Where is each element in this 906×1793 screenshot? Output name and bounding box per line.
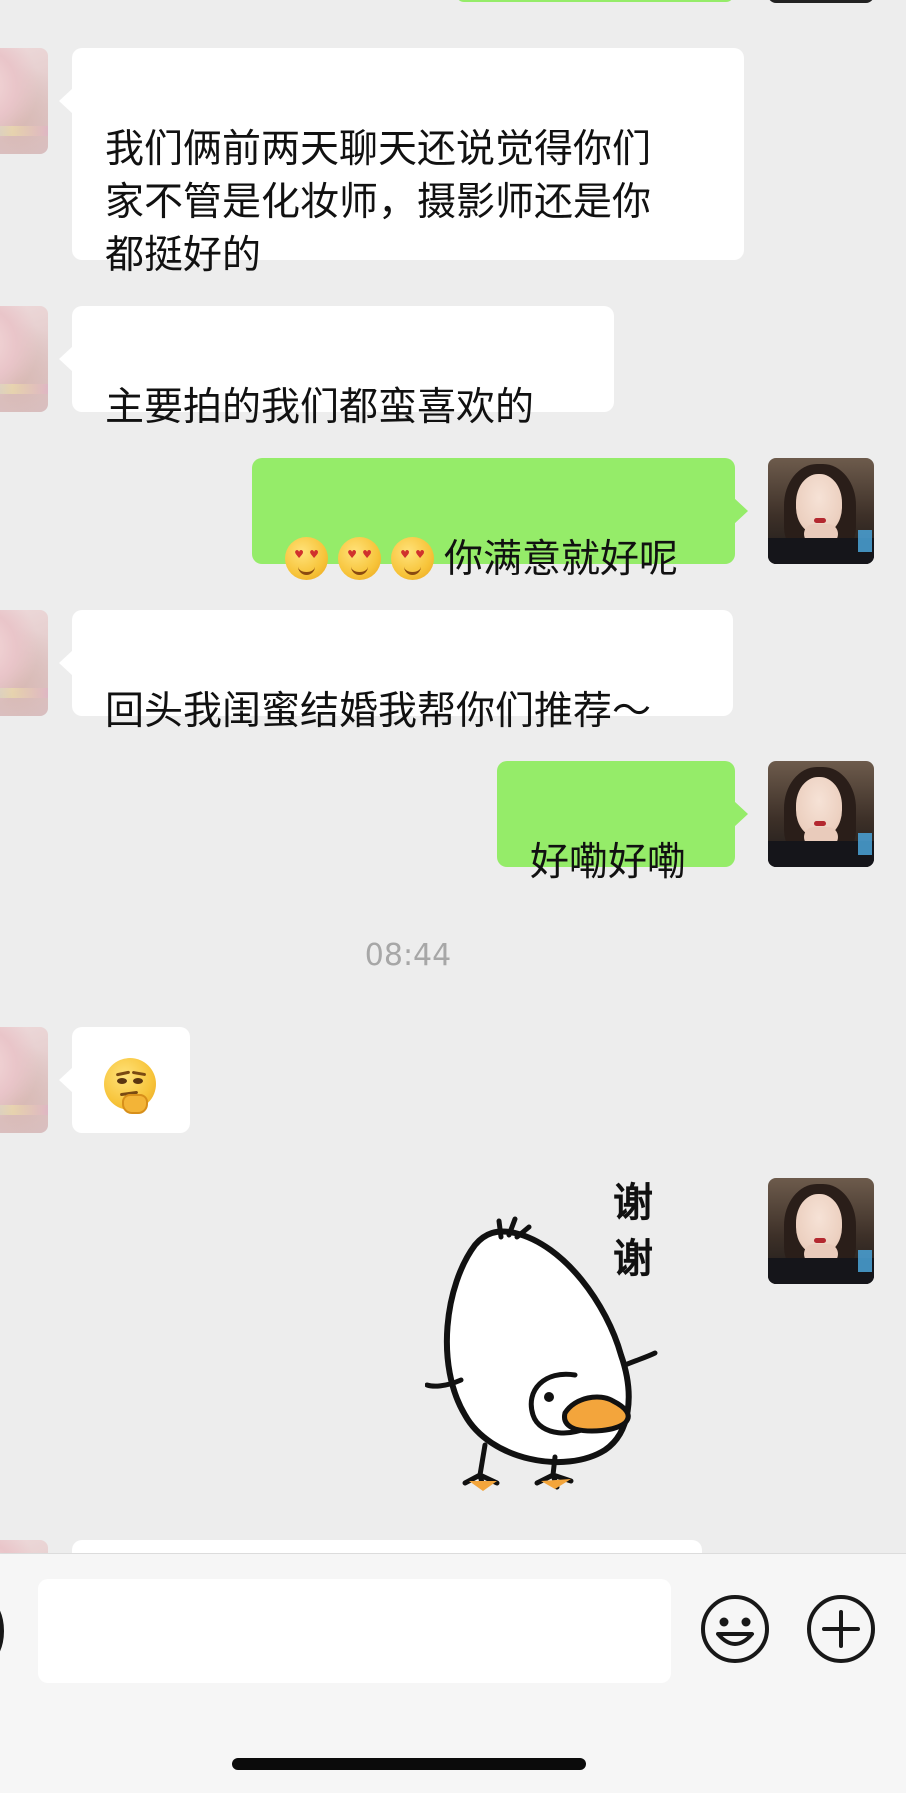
previous-own-avatar-edge	[768, 0, 874, 3]
contact-avatar[interactable]	[0, 1540, 48, 1553]
contact-avatar[interactable]	[0, 1027, 48, 1133]
message-text: 我们俩前两天聊天还说觉得你们 家不管是化妆师，摄影师还是你 都挺好的	[105, 127, 652, 278]
message-input[interactable]	[38, 1579, 671, 1683]
incoming-message-bubble[interactable]: 我们俩前两天聊天还说觉得你们 家不管是化妆师，摄影师还是你 都挺好的	[59, 48, 744, 278]
own-avatar[interactable]	[768, 1178, 874, 1284]
voice-icon[interactable]	[0, 1601, 4, 1661]
outgoing-message-bubble[interactable]: ♥ ♥ ♥ ♥ ♥ ♥ 你满意就好呢	[252, 458, 748, 582]
incoming-message-bubble[interactable]: 主要拍的我们都蛮喜欢的	[59, 306, 614, 430]
chat-input-bar	[0, 1553, 906, 1793]
duck-sticker-icon	[424, 1216, 658, 1491]
contact-avatar[interactable]	[0, 306, 48, 412]
own-avatar[interactable]	[768, 761, 874, 867]
outgoing-message-bubble[interactable]: 好嘞好嘞	[497, 761, 748, 885]
contact-avatar[interactable]	[0, 610, 48, 716]
message-timestamp: 08:44	[364, 938, 452, 973]
duck-thanks-sticker[interactable]: 谢谢	[424, 1175, 725, 1495]
home-indicator[interactable]	[232, 1758, 586, 1770]
message-text: 回头我闺蜜结婚我帮你们推荐～	[105, 689, 652, 734]
plus-icon	[807, 1595, 875, 1663]
emoji-icon	[701, 1595, 769, 1663]
message-text: 好嘞好嘞	[530, 840, 687, 885]
star-struck-emoji-icon: ♥ ♥	[338, 537, 381, 580]
contact-avatar[interactable]	[0, 48, 48, 154]
thinking-smirk-emoji-icon	[104, 1058, 156, 1114]
more-button[interactable]	[806, 1594, 876, 1664]
message-text: 你满意就好呢	[444, 537, 679, 582]
star-struck-emoji-icon: ♥ ♥	[391, 537, 434, 580]
own-avatar[interactable]	[768, 458, 874, 564]
sticker-text: 谢谢	[613, 1180, 653, 1282]
incoming-message-bubble[interactable]: 回头我闺蜜结婚我帮你们推荐～	[59, 610, 733, 734]
chat-message-list[interactable]: 我们俩前两天聊天还说觉得你们 家不管是化妆师，摄影师还是你 都挺好的 主要拍的我…	[0, 0, 906, 1553]
previous-outgoing-bubble-edge	[456, 0, 734, 2]
incoming-message-bubble-partial[interactable]	[72, 1540, 702, 1553]
star-struck-emoji-icon: ♥ ♥	[285, 537, 328, 580]
emoji-button[interactable]	[700, 1594, 770, 1664]
message-text: 主要拍的我们都蛮喜欢的	[105, 385, 535, 430]
